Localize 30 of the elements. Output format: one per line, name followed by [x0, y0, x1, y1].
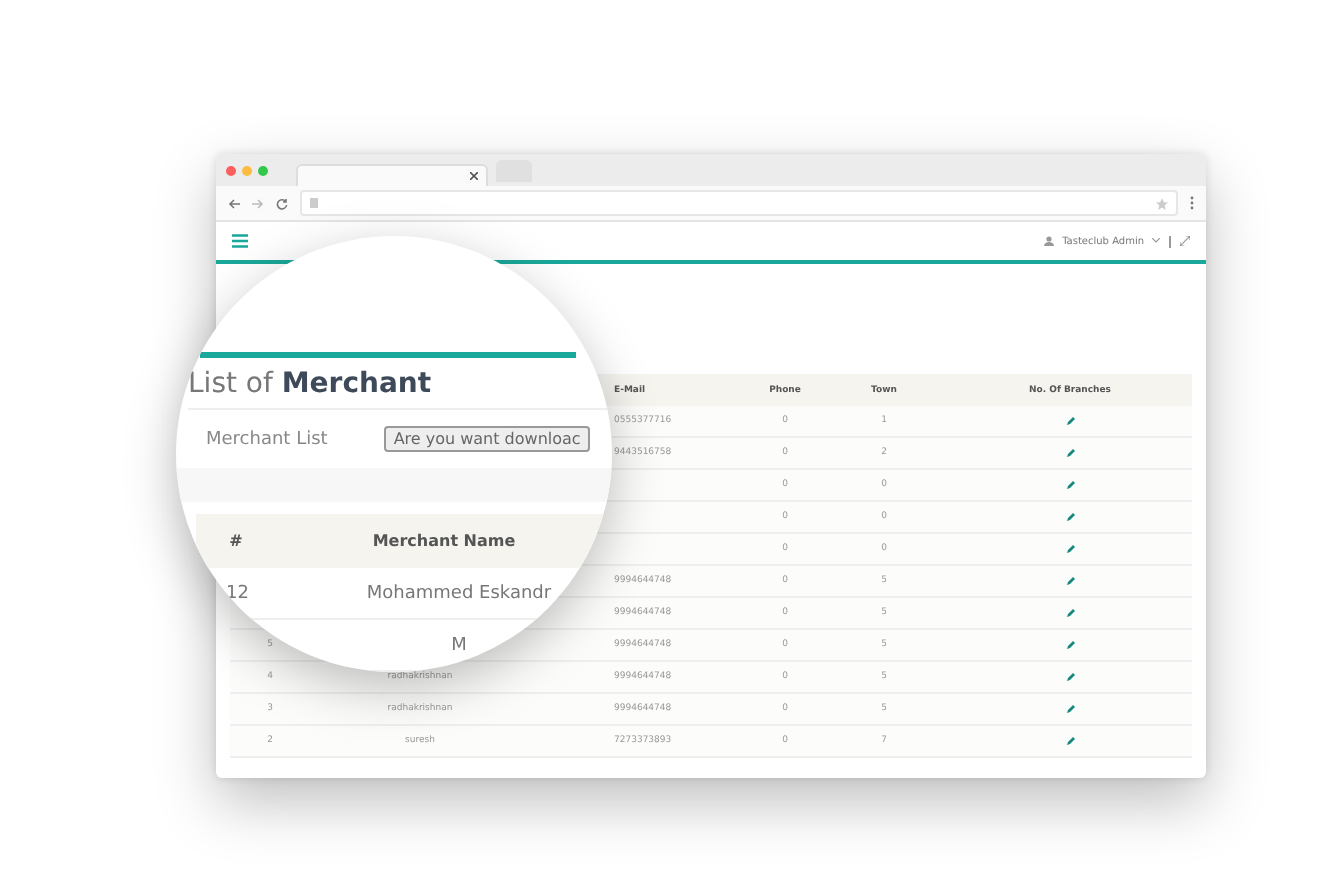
pencil-icon[interactable] [1065, 416, 1075, 426]
download-button[interactable]: Are you want downloac [383, 426, 591, 452]
pencil-icon[interactable] [1065, 736, 1075, 746]
pencil-icon[interactable] [1065, 544, 1075, 554]
close-window-icon[interactable] [226, 165, 236, 175]
expand-icon[interactable] [1180, 236, 1190, 246]
pencil-icon[interactable] [1065, 704, 1075, 714]
pencil-icon[interactable] [1065, 448, 1075, 458]
user-icon [1044, 236, 1055, 246]
section-title: Merchant List [206, 429, 328, 449]
pencil-icon[interactable] [1065, 512, 1075, 522]
address-field[interactable] [300, 190, 1178, 216]
column-header: # [227, 532, 245, 550]
caret-icon[interactable] [1152, 238, 1160, 244]
close-icon[interactable] [470, 172, 478, 180]
back-icon[interactable] [228, 197, 240, 209]
pencil-icon[interactable] [1065, 672, 1075, 682]
pencil-icon[interactable] [1065, 640, 1075, 650]
column-header: Merchant Name [370, 532, 518, 550]
star-icon[interactable] [1156, 197, 1168, 209]
table-cell: Mohammed Eskandr [366, 583, 552, 603]
table-cell: M [451, 635, 467, 655]
pencil-icon[interactable] [1065, 480, 1075, 490]
pencil-icon[interactable] [1065, 576, 1075, 586]
menu-icon[interactable] [232, 234, 248, 248]
pencil-icon[interactable] [1065, 608, 1075, 618]
page-icon [310, 198, 318, 208]
reload-icon[interactable] [276, 197, 288, 209]
page-title: List of Merchant [188, 368, 612, 410]
table-cell-text: 12 [226, 583, 251, 603]
